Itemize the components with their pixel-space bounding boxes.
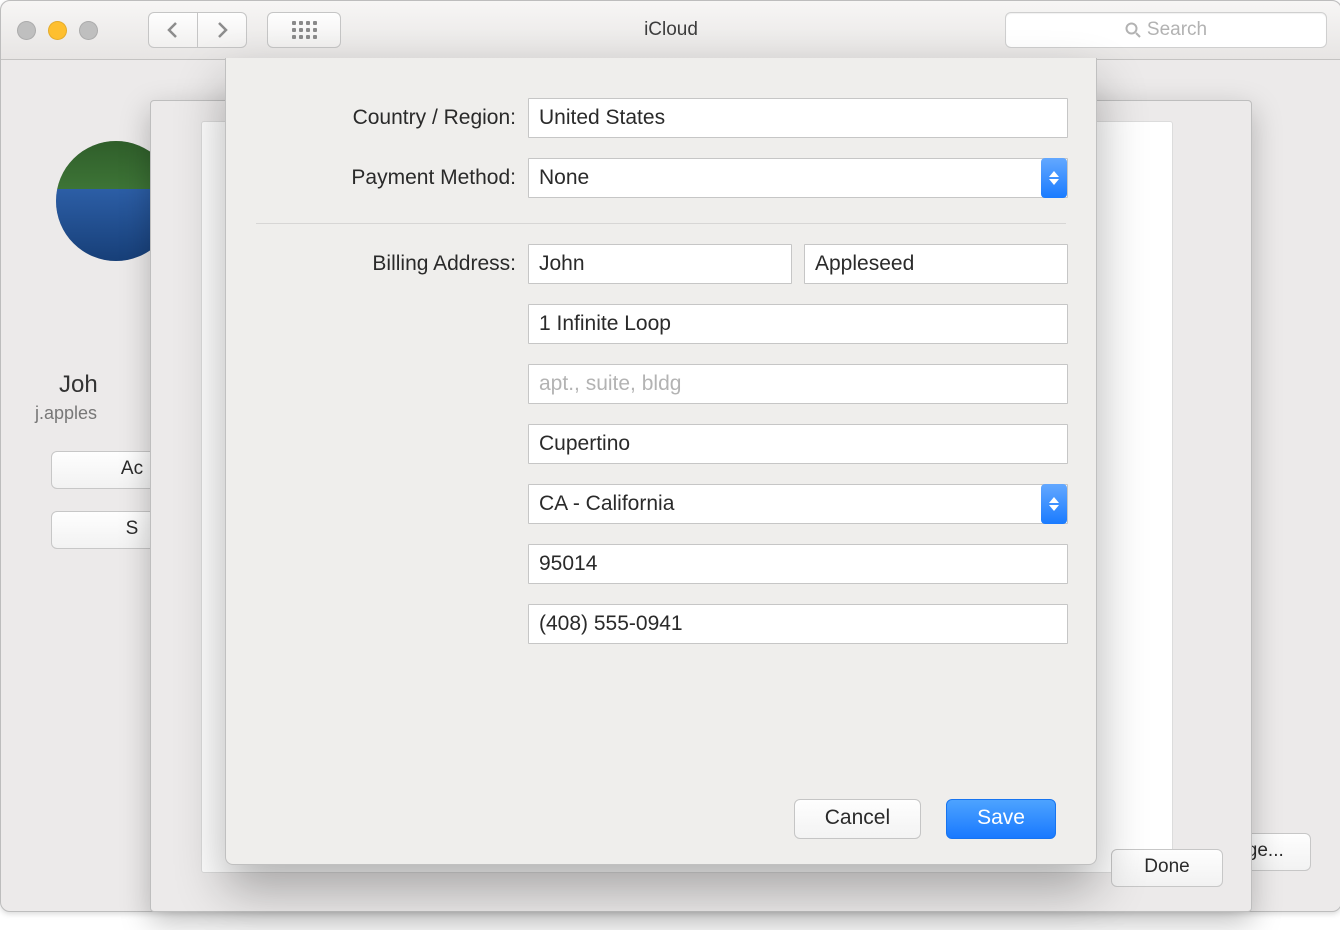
first-name-field[interactable] (528, 244, 792, 284)
back-button[interactable] (148, 12, 198, 48)
cancel-button[interactable]: Cancel (794, 799, 921, 839)
nav-segment (148, 12, 247, 48)
updown-stepper-icon (1041, 484, 1067, 524)
updown-stepper-icon (1041, 158, 1067, 198)
billing-label: Billing Address: (226, 252, 528, 276)
street2-field[interactable] (528, 364, 1068, 404)
country-field[interactable]: United States (528, 98, 1068, 138)
payment-sheet: Country / Region: United States Payment … (225, 58, 1097, 865)
payment-method-select[interactable]: None (528, 158, 1068, 198)
forward-button[interactable] (198, 12, 247, 48)
chevron-left-icon (166, 21, 180, 39)
phone-field[interactable] (528, 604, 1068, 644)
user-name: Joh (59, 371, 98, 399)
state-value: CA - California (539, 492, 674, 516)
close-button[interactable] (17, 21, 36, 40)
search-icon (1125, 22, 1141, 38)
last-name-field[interactable] (804, 244, 1068, 284)
search-input[interactable]: Search (1005, 12, 1327, 48)
show-all-button[interactable] (267, 12, 341, 48)
search-placeholder: Search (1147, 19, 1207, 41)
done-button[interactable]: Done (1111, 849, 1223, 887)
country-label: Country / Region: (226, 106, 528, 130)
city-field[interactable] (528, 424, 1068, 464)
dialog-buttons: Cancel Save (794, 799, 1056, 839)
state-select[interactable]: CA - California (528, 484, 1068, 524)
section-divider (256, 223, 1066, 224)
chevron-right-icon (215, 21, 229, 39)
save-button[interactable]: Save (946, 799, 1056, 839)
street1-field[interactable] (528, 304, 1068, 344)
user-email: j.apples (35, 403, 97, 424)
zoom-button[interactable] (79, 21, 98, 40)
window-controls (17, 21, 98, 40)
grid-icon (292, 21, 317, 39)
payment-label: Payment Method: (226, 166, 528, 190)
postal-field[interactable] (528, 544, 1068, 584)
window-toolbar: iCloud Search (1, 1, 1340, 60)
minimize-button[interactable] (48, 21, 67, 40)
payment-method-value: None (539, 166, 589, 190)
